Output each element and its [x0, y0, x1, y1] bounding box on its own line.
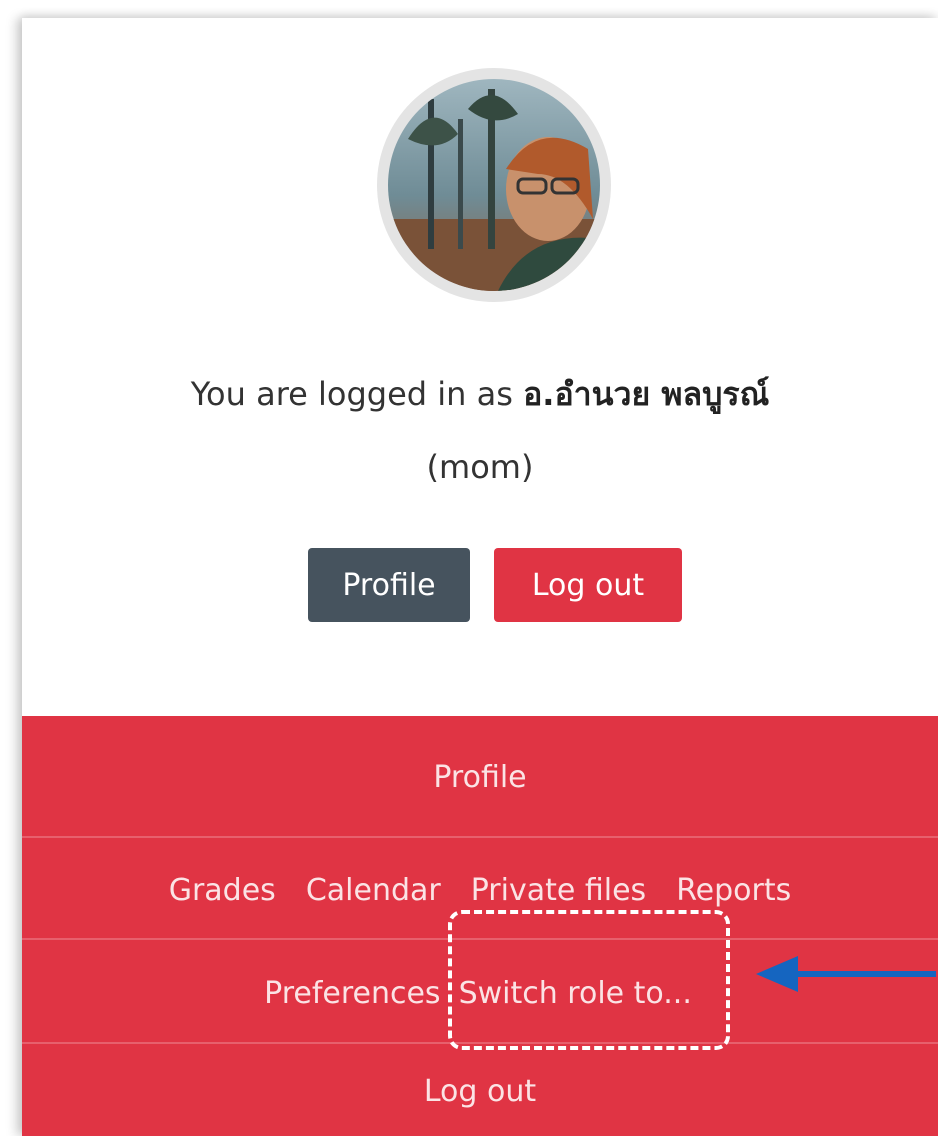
menu-item-private-files[interactable]: Private files [471, 873, 646, 908]
menu-row-logout: Log out [22, 1046, 938, 1136]
logout-button[interactable]: Log out [494, 548, 682, 622]
menu-divider [22, 836, 938, 838]
user-nav-menu: Profile Grades Calendar Private files Re… [22, 716, 938, 1136]
username: (mom) [426, 448, 534, 486]
avatar[interactable] [377, 68, 611, 302]
menu-divider [22, 1042, 938, 1044]
profile-button[interactable]: Profile [308, 548, 470, 622]
menu-item-calendar[interactable]: Calendar [306, 873, 441, 908]
menu-item-preferences[interactable]: Preferences [264, 976, 440, 1011]
menu-row-links: Grades Calendar Private files Reports [22, 840, 938, 940]
menu-item-reports[interactable]: Reports [676, 873, 791, 908]
avatar-image [388, 79, 600, 291]
annotation-arrow-icon [756, 956, 936, 992]
logged-in-text: You are logged in as อ.อำนวย พลบูรณ์ [22, 374, 938, 416]
menu-item-grades[interactable]: Grades [169, 873, 276, 908]
user-display-name: อ.อำนวย พลบูรณ์ [523, 375, 770, 413]
logged-in-prefix: You are logged in as [190, 375, 524, 413]
menu-divider [22, 938, 938, 940]
menu-row-profile: Profile [22, 716, 938, 838]
menu-item-profile[interactable]: Profile [433, 760, 526, 795]
menu-item-logout[interactable]: Log out [424, 1074, 536, 1109]
menu-item-switch-role[interactable]: Switch role to... [455, 976, 696, 1011]
